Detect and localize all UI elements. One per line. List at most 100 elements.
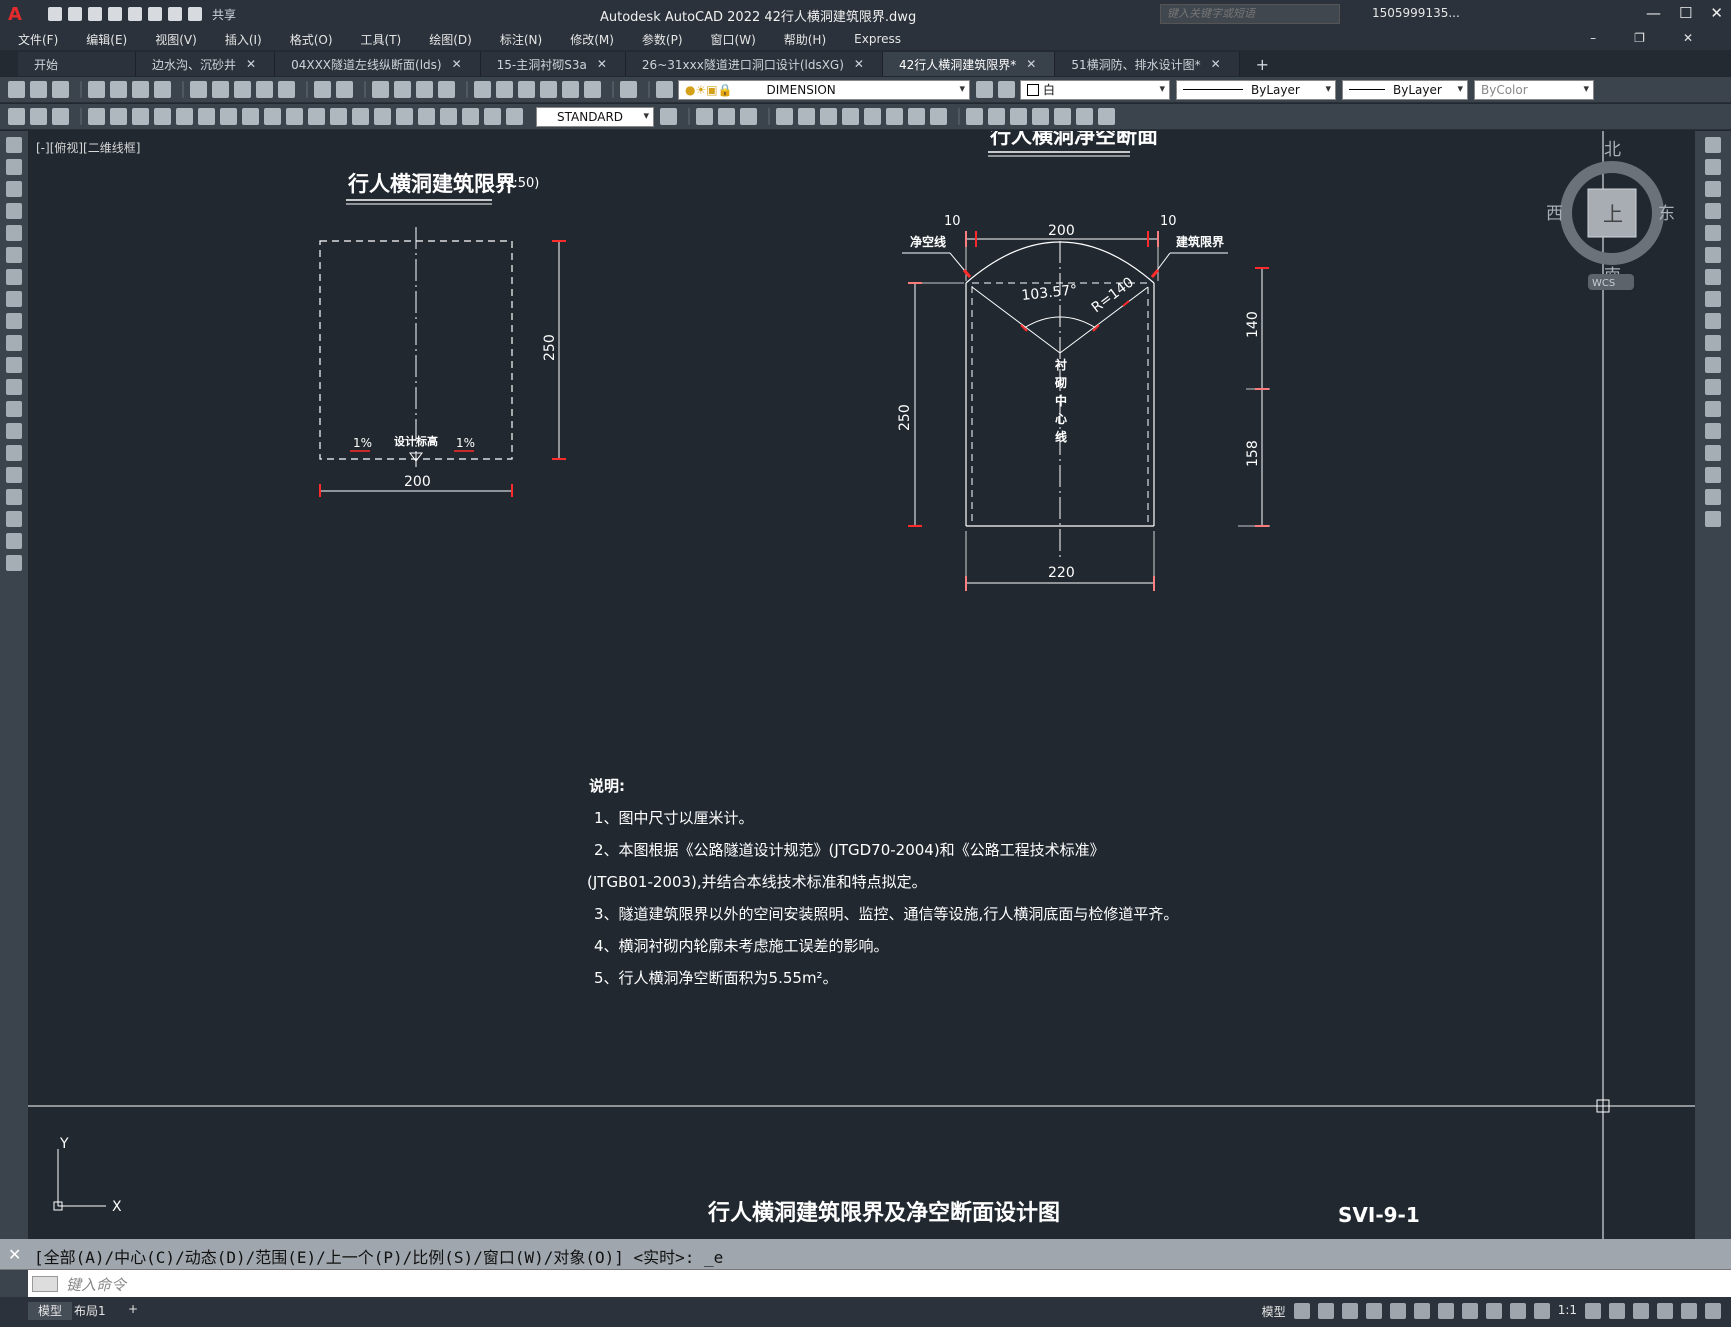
union-icon[interactable] bbox=[864, 108, 881, 125]
shell-icon[interactable] bbox=[1054, 108, 1071, 125]
join-icon[interactable] bbox=[1705, 423, 1721, 439]
dim-style-manager-icon[interactable] bbox=[660, 108, 677, 125]
hardware-acceleration-icon[interactable] bbox=[1633, 1303, 1649, 1319]
tool-palettes-icon[interactable] bbox=[518, 81, 535, 98]
doc-minimize-icon[interactable]: – bbox=[1590, 31, 1596, 45]
thicken-icon[interactable] bbox=[1010, 108, 1027, 125]
polar-icon[interactable] bbox=[1365, 1303, 1382, 1319]
autocad-logo-icon[interactable]: A bbox=[0, 0, 30, 28]
rectangle-icon[interactable] bbox=[6, 225, 22, 241]
viewcube[interactable]: 上 北 南 东 西 WCS bbox=[1546, 140, 1675, 290]
add-selected-icon[interactable] bbox=[6, 555, 22, 571]
document-tab[interactable]: 26~31xxx隧道进口洞口设计(ldsXG) ✕ bbox=[625, 52, 883, 76]
isodraft-icon[interactable] bbox=[1389, 1303, 1406, 1319]
doc-restore-icon[interactable]: ❐ bbox=[1634, 31, 1645, 45]
share-button[interactable]: 共享 bbox=[212, 6, 236, 23]
open-icon[interactable] bbox=[30, 81, 47, 98]
close-command-icon[interactable]: ✕ bbox=[8, 1245, 21, 1264]
minimize-icon[interactable]: — bbox=[1646, 4, 1661, 22]
slice-icon[interactable] bbox=[966, 108, 983, 125]
undo-icon[interactable] bbox=[314, 81, 331, 98]
menu-item[interactable]: 视图(V) bbox=[155, 31, 197, 48]
paste-icon[interactable] bbox=[234, 81, 251, 98]
menu-item[interactable]: 编辑(E) bbox=[86, 31, 127, 48]
space-icon[interactable] bbox=[330, 108, 347, 125]
clean-screen-icon[interactable] bbox=[1681, 1303, 1697, 1319]
extrude-icon[interactable] bbox=[776, 108, 793, 125]
tab-layout1[interactable]: 布局1 bbox=[64, 1302, 116, 1320]
hatch-icon[interactable] bbox=[6, 445, 22, 461]
annotation-visibility-icon[interactable] bbox=[1509, 1303, 1526, 1319]
presspull-icon[interactable] bbox=[930, 108, 947, 125]
trim-icon[interactable] bbox=[1705, 335, 1721, 351]
intersect-icon[interactable] bbox=[908, 108, 925, 125]
sweep-icon[interactable] bbox=[820, 108, 837, 125]
aligned-dim-icon[interactable] bbox=[110, 108, 127, 125]
diameter-icon[interactable] bbox=[220, 108, 237, 125]
baseline-icon[interactable] bbox=[286, 108, 303, 125]
open-icon[interactable] bbox=[68, 7, 82, 21]
tab-close-icon[interactable]: ✕ bbox=[246, 57, 256, 71]
layer-dropdown[interactable]: ●☀▣🔒 DIMENSION bbox=[678, 79, 970, 100]
help-icon[interactable] bbox=[620, 81, 637, 98]
subtract-icon[interactable] bbox=[886, 108, 903, 125]
cut-icon[interactable] bbox=[190, 81, 207, 98]
continue-icon[interactable] bbox=[308, 108, 325, 125]
blend-curves-icon[interactable] bbox=[1705, 489, 1721, 505]
web-mobile-icon[interactable] bbox=[128, 7, 142, 21]
transparency-icon[interactable] bbox=[1485, 1303, 1502, 1319]
menu-item[interactable]: 标注(N) bbox=[500, 31, 542, 48]
dim-text-edit-icon[interactable] bbox=[484, 108, 501, 125]
fillet-icon[interactable] bbox=[1705, 467, 1721, 483]
customization-icon[interactable] bbox=[1705, 1303, 1721, 1319]
menu-item[interactable]: 绘图(D) bbox=[429, 31, 472, 48]
menu-item[interactable]: 修改(M) bbox=[570, 31, 614, 48]
tab-close-icon[interactable]: ✕ bbox=[452, 57, 462, 71]
gradient-icon[interactable] bbox=[6, 467, 22, 483]
plus-icon[interactable] bbox=[1609, 1303, 1625, 1319]
preview-icon[interactable] bbox=[110, 81, 127, 98]
linetype-dropdown[interactable]: ByLayer bbox=[1176, 79, 1336, 100]
viewcube-west[interactable]: 西 bbox=[1546, 204, 1563, 224]
extend-icon[interactable] bbox=[1705, 357, 1721, 373]
save-as-icon[interactable] bbox=[108, 7, 122, 21]
make-current-layer-icon[interactable] bbox=[976, 81, 993, 98]
lineweight-icon[interactable] bbox=[1461, 1303, 1478, 1319]
mirror-icon[interactable] bbox=[1705, 181, 1721, 197]
viewcube-east[interactable]: 东 bbox=[1658, 204, 1675, 224]
revcloud-icon[interactable] bbox=[6, 291, 22, 307]
erase-icon[interactable] bbox=[1705, 137, 1721, 153]
revolve-icon[interactable] bbox=[798, 108, 815, 125]
table-icon[interactable] bbox=[6, 511, 22, 527]
rotate-icon[interactable] bbox=[1705, 269, 1721, 285]
user-account[interactable]: 1505999135... bbox=[1372, 6, 1460, 20]
scale-icon[interactable] bbox=[1705, 291, 1721, 307]
workspace-icon[interactable] bbox=[8, 108, 25, 125]
move-icon[interactable] bbox=[1705, 247, 1721, 263]
document-tab[interactable]: 51横洞防、排水设计图* ✕ bbox=[1055, 52, 1240, 76]
jogged-linear-icon[interactable] bbox=[440, 108, 457, 125]
grid-icon[interactable] bbox=[1293, 1303, 1310, 1319]
calculator-icon[interactable] bbox=[584, 81, 601, 98]
radius-icon[interactable] bbox=[176, 108, 193, 125]
workspace-switch-icon[interactable] bbox=[1585, 1303, 1601, 1319]
doc-close-icon[interactable]: ✕ bbox=[1683, 31, 1693, 45]
menu-item[interactable]: 工具(T) bbox=[361, 31, 402, 48]
line-icon[interactable] bbox=[6, 137, 22, 153]
document-tab[interactable]: 边水沟、沉砂井 ✕ bbox=[136, 52, 276, 76]
zoom-previous-icon[interactable] bbox=[438, 81, 455, 98]
zoom-realtime-icon[interactable] bbox=[394, 81, 411, 98]
menu-item[interactable]: 文件(F) bbox=[18, 31, 58, 48]
break-at-point-icon[interactable] bbox=[1705, 379, 1721, 395]
save-icon[interactable] bbox=[88, 7, 102, 21]
recent-commands-icon[interactable] bbox=[32, 1276, 58, 1292]
object-snap-tracking-icon[interactable] bbox=[1413, 1303, 1430, 1319]
box-icon[interactable] bbox=[696, 108, 713, 125]
new-tab-icon[interactable]: + bbox=[1240, 52, 1287, 76]
section-icon[interactable] bbox=[988, 108, 1005, 125]
quick-dim-icon[interactable] bbox=[264, 108, 281, 125]
customize-icon[interactable] bbox=[0, 1270, 28, 1298]
match-properties-icon[interactable] bbox=[256, 81, 273, 98]
array-icon[interactable] bbox=[1705, 225, 1721, 241]
menu-item[interactable]: 帮助(H) bbox=[784, 31, 826, 48]
